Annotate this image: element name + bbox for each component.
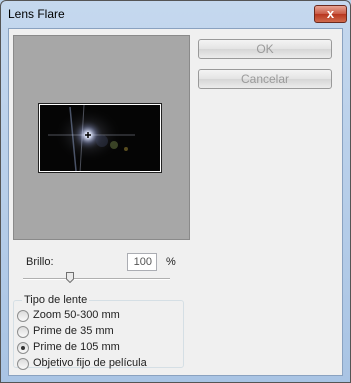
- brightness-unit: %: [166, 256, 176, 268]
- brightness-slider-track[interactable]: [23, 278, 170, 280]
- dialog-body: OK Cancelar Brillo: 100 % Tipo de lente …: [8, 28, 343, 376]
- radio-105mm[interactable]: [17, 342, 29, 354]
- brightness-label: Brillo:: [26, 256, 54, 268]
- radio-35mm[interactable]: [17, 326, 29, 338]
- window-title: Lens Flare: [8, 7, 65, 21]
- flare-graphic: [40, 105, 160, 171]
- flare-preview-area: [13, 35, 190, 240]
- title-bar[interactable]: Lens Flare x: [1, 1, 350, 28]
- flare-preview-image[interactable]: [39, 104, 161, 172]
- lens-flare-dialog: Lens Flare x OK Cancelar Brillo: 100 % T…: [0, 0, 351, 383]
- lens-option-label: Prime de 105 mm: [33, 341, 120, 353]
- close-button[interactable]: x: [314, 5, 347, 23]
- radio-movie-prime[interactable]: [17, 358, 29, 370]
- radio-zoom[interactable]: [17, 310, 29, 322]
- lens-type-group: Tipo de lente Zoom 50-300 mm Prime de 35…: [13, 294, 184, 370]
- lens-type-legend: Tipo de lente: [22, 294, 90, 306]
- lens-option-label: Zoom 50-300 mm: [33, 309, 120, 321]
- lens-option-label: Objetivo fijo de película: [33, 357, 147, 369]
- cancel-button[interactable]: Cancelar: [198, 69, 332, 89]
- lens-option-label: Prime de 35 mm: [33, 325, 114, 337]
- slider-thumb-icon[interactable]: [66, 272, 74, 283]
- ok-button[interactable]: OK: [198, 39, 332, 59]
- brightness-input[interactable]: 100: [127, 253, 157, 271]
- close-icon: x: [326, 6, 335, 21]
